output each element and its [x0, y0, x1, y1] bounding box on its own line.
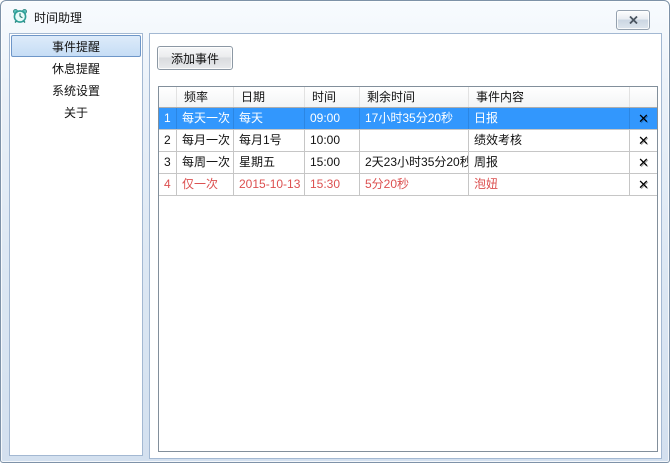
table-row[interactable]: 1每天一次每天09:0017小时35分20秒日报 ✕ [159, 108, 657, 130]
table-cell: 4 [159, 174, 177, 195]
table-cell: 每周一次 [177, 152, 234, 173]
delete-icon: ✕ [638, 111, 649, 126]
column-header[interactable]: 事件内容 [469, 87, 630, 107]
app-window: 时间助理 事件提醒休息提醒系统设置关于 添加事件 频率日期时间剩余时间事件内容 … [0, 0, 670, 463]
table-row[interactable]: 2每月一次每月1号10:00 绩效考核 ✕ [159, 130, 657, 152]
delete-event-button[interactable]: ✕ [630, 108, 657, 129]
table-cell: 2015-10-13 [234, 174, 305, 195]
column-header[interactable]: 频率 [177, 87, 234, 107]
table-cell: 每天 [234, 108, 305, 129]
table-cell: 绩效考核 [469, 130, 630, 151]
titlebar: 时间助理 [1, 1, 669, 31]
column-header[interactable]: 剩余时间 [360, 87, 469, 107]
table-body: 1每天一次每天09:0017小时35分20秒日报 ✕ 2每月一次每月1号10:00 绩… [159, 108, 657, 196]
table-cell: 每月1号 [234, 130, 305, 151]
delete-icon: ✕ [638, 155, 649, 170]
close-icon [629, 16, 638, 24]
column-header[interactable]: 时间 [305, 87, 360, 107]
sidebar-item[interactable]: 系统设置 [10, 80, 142, 102]
delete-event-button[interactable]: ✕ [630, 174, 657, 195]
table-header-row: 频率日期时间剩余时间事件内容 [159, 87, 657, 108]
delete-event-button[interactable]: ✕ [630, 130, 657, 151]
table-cell: 日报 [469, 108, 630, 129]
table-cell: 10:00 [305, 130, 360, 151]
column-header[interactable]: 日期 [234, 87, 305, 107]
table-row[interactable]: 3每周一次星期五15:002天23小时35分20秒周报 ✕ [159, 152, 657, 174]
table-cell: 仅一次 [177, 174, 234, 195]
column-header[interactable] [159, 87, 177, 107]
table-cell: 3 [159, 152, 177, 173]
alarm-clock-icon [12, 8, 28, 24]
delete-icon: ✕ [638, 177, 649, 192]
table-cell: 每天一次 [177, 108, 234, 129]
table-cell: 17小时35分20秒 [360, 108, 469, 129]
delete-icon: ✕ [638, 133, 649, 148]
table-cell: 星期五 [234, 152, 305, 173]
sidebar-item[interactable]: 休息提醒 [10, 58, 142, 80]
table-cell: 泡妞 [469, 174, 630, 195]
column-header[interactable] [630, 87, 657, 107]
main-panel: 添加事件 频率日期时间剩余时间事件内容 1每天一次每天09:0017小时35分2… [149, 33, 662, 459]
table-cell: 每月一次 [177, 130, 234, 151]
table-cell: 2 [159, 130, 177, 151]
window-title: 时间助理 [34, 9, 82, 26]
table-cell: 5分20秒 [360, 174, 469, 195]
table-cell [360, 130, 469, 151]
sidebar: 事件提醒休息提醒系统设置关于 [9, 33, 143, 456]
delete-event-button[interactable]: ✕ [630, 152, 657, 173]
events-table: 频率日期时间剩余时间事件内容 1每天一次每天09:0017小时35分20秒日报 ✕… [158, 86, 658, 452]
sidebar-item[interactable]: 关于 [10, 102, 142, 124]
table-cell: 周报 [469, 152, 630, 173]
sidebar-item[interactable]: 事件提醒 [11, 35, 141, 57]
table-cell: 15:30 [305, 174, 360, 195]
table-row[interactable]: 4仅一次2015-10-1315:305分20秒泡妞 ✕ [159, 174, 657, 196]
table-cell: 15:00 [305, 152, 360, 173]
screen: 时间助理 事件提醒休息提醒系统设置关于 添加事件 频率日期时间剩余时间事件内容 … [0, 0, 670, 470]
close-button[interactable] [616, 10, 650, 30]
table-cell: 09:00 [305, 108, 360, 129]
table-cell: 1 [159, 108, 177, 129]
table-cell: 2天23小时35分20秒 [360, 152, 469, 173]
add-event-button[interactable]: 添加事件 [157, 46, 233, 70]
